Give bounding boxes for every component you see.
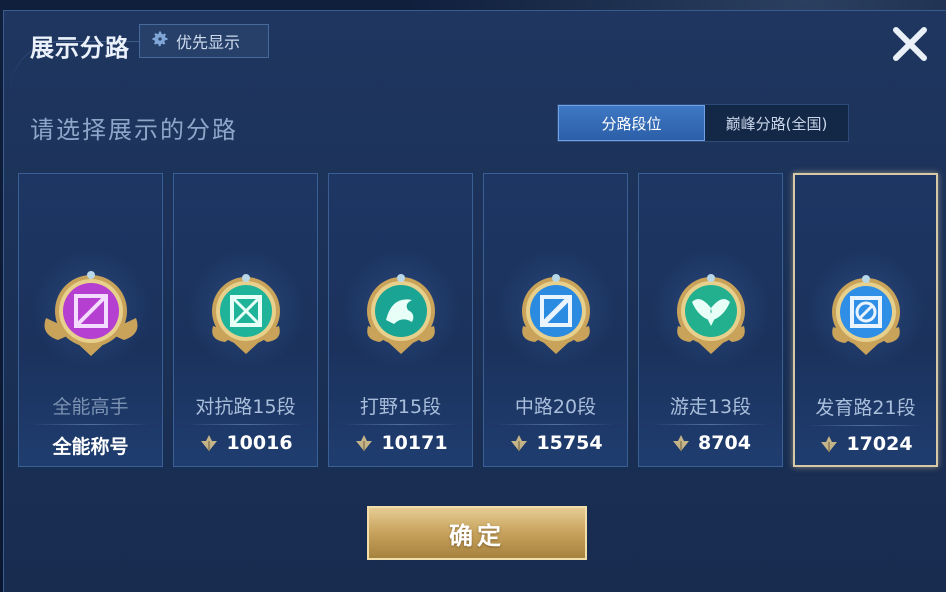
lane-card-farm[interactable]: 发育路21段 17024 [793, 173, 938, 467]
dialog-title: 展示分路 [30, 34, 130, 62]
priority-display-label: 优先显示 [176, 33, 241, 52]
score-value: 17024 [846, 433, 913, 455]
rank-points-icon [356, 435, 373, 451]
mid-lane-emblem-icon [521, 274, 590, 354]
lane-score: 全能称号 [19, 432, 162, 459]
jungle-dragon-emblem-icon [366, 274, 435, 354]
priority-display-button[interactable]: 优先显示 [139, 24, 269, 58]
lane-score: 15754 [484, 432, 627, 454]
lane-card-list: 全能高手 全能称号 对抗路15段 10016 打野15段 10171 中路20段… [18, 173, 938, 469]
divider [496, 424, 615, 425]
close-button[interactable] [888, 22, 932, 66]
all-round-emblem-icon [44, 271, 137, 356]
tab-peak-lane-national[interactable]: 巅峰分路(全国) [705, 105, 848, 141]
lane-name: 中路20段 [514, 396, 597, 418]
select-lane-prompt: 请选择展示的分路 [30, 116, 238, 144]
score-value: 全能称号 [52, 436, 129, 458]
rank-points-icon [201, 435, 218, 451]
lane-card-jungle[interactable]: 打野15段 10171 [328, 173, 473, 467]
lane-name: 游走13段 [669, 396, 752, 418]
lane-name: 全能高手 [52, 396, 129, 418]
rank-points-icon [511, 435, 528, 451]
tab-lane-rank[interactable]: 分路段位 [558, 105, 705, 141]
lane-score: 10171 [329, 432, 472, 454]
lane-score: 10016 [174, 432, 317, 454]
divider [31, 424, 150, 425]
roam-wings-emblem-icon [676, 274, 745, 354]
score-value: 10171 [381, 432, 448, 454]
gear-icon [150, 29, 170, 53]
farm-lane-emblem-icon [831, 275, 900, 355]
rank-points-icon [821, 436, 838, 452]
divider [186, 424, 305, 425]
lane-card-mid[interactable]: 中路20段 15754 [483, 173, 628, 467]
lane-card-roam[interactable]: 游走13段 8704 [638, 173, 783, 467]
close-icon [893, 27, 927, 61]
rank-points-icon [673, 435, 690, 451]
lane-tabs: 分路段位 巅峰分路(全国) [557, 104, 849, 142]
divider [341, 424, 460, 425]
score-value: 15754 [536, 432, 603, 454]
divider [807, 425, 924, 426]
score-value: 10016 [226, 432, 293, 454]
lane-score: 8704 [639, 432, 782, 454]
lane-card-clash[interactable]: 对抗路15段 10016 [173, 173, 318, 467]
divider [651, 424, 770, 425]
lane-card-all-round[interactable]: 全能高手 全能称号 [18, 173, 163, 467]
lane-name: 发育路21段 [815, 397, 916, 419]
clash-lane-emblem-icon [211, 274, 280, 354]
score-value: 8704 [698, 432, 751, 454]
confirm-button[interactable]: 确定 [367, 506, 587, 560]
lane-score: 17024 [795, 433, 936, 455]
lane-name: 打野15段 [359, 396, 442, 418]
lane-name: 对抗路15段 [195, 396, 296, 418]
